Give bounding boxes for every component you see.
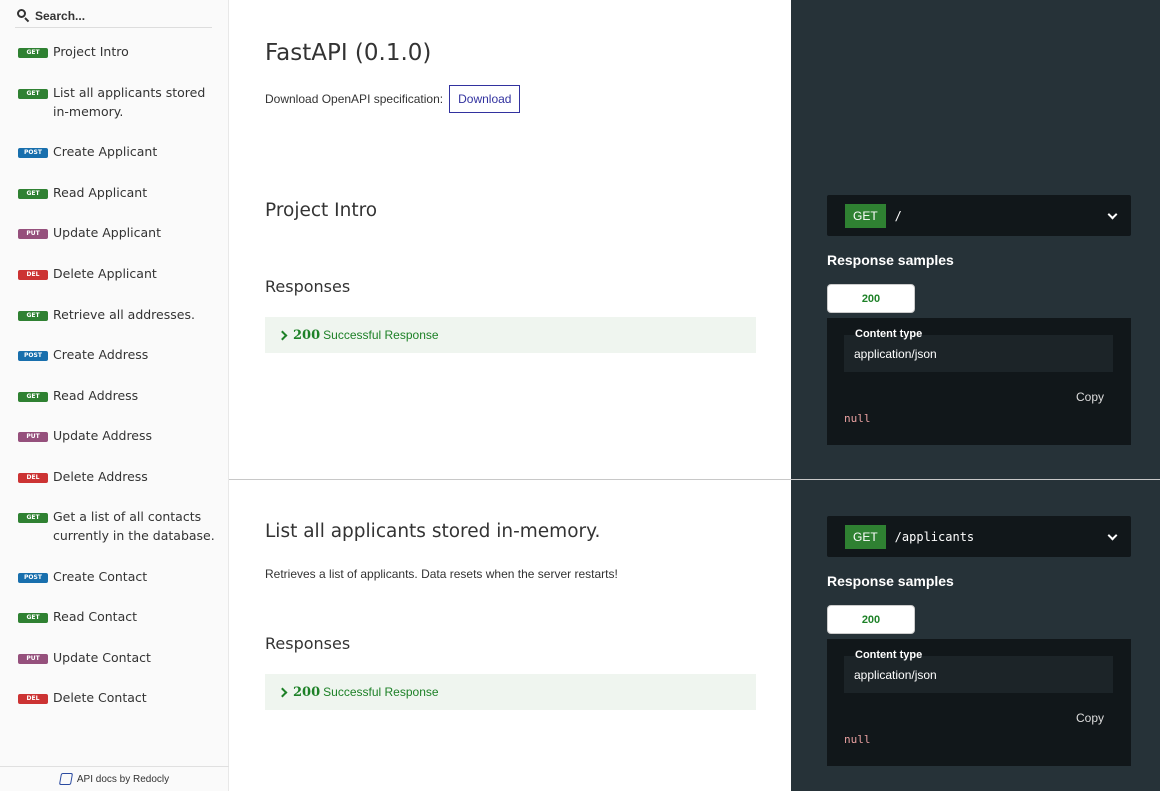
- search-bar[interactable]: [15, 4, 212, 28]
- method-badge: PUT: [18, 654, 48, 664]
- endpoint-dropdown[interactable]: GET /applicants: [827, 516, 1131, 557]
- redocly-footer-link[interactable]: API docs by Redocly: [0, 766, 229, 791]
- footer-text: API docs by Redocly: [76, 773, 170, 785]
- endpoint-path: /: [894, 208, 902, 223]
- sidebar: GET Project Intro GET List all applicant…: [0, 0, 229, 791]
- chevron-right-icon: [277, 687, 288, 697]
- response-text: Successful Response: [323, 328, 439, 342]
- sidebar-item-label: Project Intro: [53, 44, 129, 59]
- sidebar-item-create-applicant[interactable]: POST Create Applicant: [18, 144, 218, 161]
- chevron-down-icon: [1107, 209, 1118, 220]
- search-icon: [17, 8, 31, 23]
- content-type-select[interactable]: Content type application/json: [844, 649, 1113, 693]
- method-badge: GET: [18, 89, 48, 99]
- method-badge: DEL: [18, 270, 48, 280]
- sidebar-item-label: Read Applicant: [53, 185, 148, 200]
- response-sample-box: Content type application/json Copy null: [827, 318, 1131, 445]
- copy-button[interactable]: Copy: [1076, 390, 1104, 404]
- sidebar-item-read-address[interactable]: GET Read Address: [18, 388, 218, 405]
- response-200-row[interactable]: 200 Successful Response: [265, 317, 756, 353]
- response-code: 200: [293, 684, 321, 700]
- responses-heading: Responses: [265, 277, 351, 296]
- sidebar-item-label: Delete Contact: [53, 690, 147, 705]
- section-title: Project Intro: [265, 200, 378, 221]
- response-sample-box: Content type application/json Copy null: [827, 639, 1131, 766]
- download-row: Download OpenAPI specification: Download: [265, 85, 521, 113]
- response-samples-title: Response samples: [827, 252, 954, 268]
- sidebar-item-label: Update Address: [53, 428, 153, 443]
- section-title: List all applicants stored in-memory.: [265, 521, 601, 542]
- method-badge: GET: [18, 189, 48, 199]
- sidebar-item-read-contact[interactable]: GET Read Contact: [18, 609, 218, 626]
- sidebar-item-label: Create Applicant: [53, 144, 158, 159]
- endpoint-path: /applicants: [894, 529, 975, 544]
- response-200-row[interactable]: 200 Successful Response: [265, 674, 756, 710]
- method-badge: GET: [18, 311, 48, 321]
- sidebar-item-label: Delete Address: [53, 469, 148, 484]
- method-badge: GET: [18, 392, 48, 402]
- method-badge: GET: [845, 524, 886, 549]
- redocly-logo-icon: [58, 773, 73, 785]
- sidebar-item-label: Create Contact: [53, 569, 148, 584]
- method-badge: POST: [18, 351, 48, 361]
- sidebar-item-label: Get a list of all contacts currently in …: [53, 509, 215, 543]
- sidebar-item-list-applicants[interactable]: GET List all applicants stored in-memory…: [18, 85, 218, 121]
- endpoint-dropdown[interactable]: GET /: [827, 195, 1131, 236]
- sidebar-item-project-intro[interactable]: GET Project Intro: [18, 44, 218, 61]
- method-badge: DEL: [18, 694, 48, 704]
- sample-body: null: [844, 733, 871, 746]
- sidebar-item-label: Delete Applicant: [53, 266, 157, 281]
- chevron-right-icon: [277, 330, 288, 340]
- sidebar-item-label: Read Address: [53, 388, 139, 403]
- response-code: 200: [293, 327, 321, 343]
- method-badge: GET: [18, 513, 48, 523]
- method-badge: POST: [18, 573, 48, 583]
- method-badge: DEL: [18, 473, 48, 483]
- sidebar-item-label: Update Applicant: [53, 225, 161, 240]
- method-badge: GET: [18, 48, 48, 58]
- section-divider: [229, 479, 1160, 480]
- content-type-value: application/json: [854, 668, 937, 682]
- response-samples-title: Response samples: [827, 573, 954, 589]
- sidebar-item-create-address[interactable]: POST Create Address: [18, 347, 218, 364]
- content-type-value: application/json: [854, 347, 937, 361]
- download-button[interactable]: Download: [449, 85, 521, 113]
- method-badge: GET: [18, 613, 48, 623]
- method-badge: GET: [845, 203, 886, 228]
- sidebar-item-read-applicant[interactable]: GET Read Applicant: [18, 185, 218, 202]
- page-title: FastAPI (0.1.0): [265, 40, 432, 66]
- method-badge: PUT: [18, 229, 48, 239]
- sidebar-item-update-contact[interactable]: PUT Update Contact: [18, 650, 218, 667]
- method-badge: PUT: [18, 432, 48, 442]
- responses-heading: Responses: [265, 634, 351, 653]
- sample-body: null: [844, 412, 871, 425]
- sidebar-item-create-contact[interactable]: POST Create Contact: [18, 569, 218, 586]
- sidebar-item-list-contacts[interactable]: GET Get a list of all contacts currently…: [18, 509, 218, 545]
- search-input[interactable]: [35, 8, 205, 23]
- response-tab-200[interactable]: 200: [827, 284, 915, 313]
- sidebar-item-delete-address[interactable]: DEL Delete Address: [18, 469, 218, 486]
- sidebar-item-label: Create Address: [53, 347, 149, 362]
- sidebar-item-delete-contact[interactable]: DEL Delete Contact: [18, 690, 218, 707]
- response-tab-200[interactable]: 200: [827, 605, 915, 634]
- sidebar-item-retrieve-addresses[interactable]: GET Retrieve all addresses.: [18, 307, 218, 324]
- sidebar-item-update-applicant[interactable]: PUT Update Applicant: [18, 225, 218, 242]
- chevron-down-icon: [1107, 530, 1118, 541]
- sidebar-item-update-address[interactable]: PUT Update Address: [18, 428, 218, 445]
- copy-button[interactable]: Copy: [1076, 711, 1104, 725]
- response-text: Successful Response: [323, 685, 439, 699]
- download-text: Download OpenAPI specification:: [265, 92, 444, 106]
- content-type-label: Content type: [855, 328, 923, 340]
- sidebar-item-label: Retrieve all addresses.: [53, 307, 195, 322]
- sidebar-item-label: Read Contact: [53, 609, 138, 624]
- sidebar-item-label: List all applicants stored in-memory.: [53, 85, 206, 119]
- section-description: Retrieves a list of applicants. Data res…: [265, 567, 618, 581]
- sidebar-item-delete-applicant[interactable]: DEL Delete Applicant: [18, 266, 218, 283]
- content-type-select[interactable]: Content type application/json: [844, 328, 1113, 372]
- method-badge: POST: [18, 148, 48, 158]
- sidebar-item-label: Update Contact: [53, 650, 151, 665]
- content-type-label: Content type: [855, 649, 923, 661]
